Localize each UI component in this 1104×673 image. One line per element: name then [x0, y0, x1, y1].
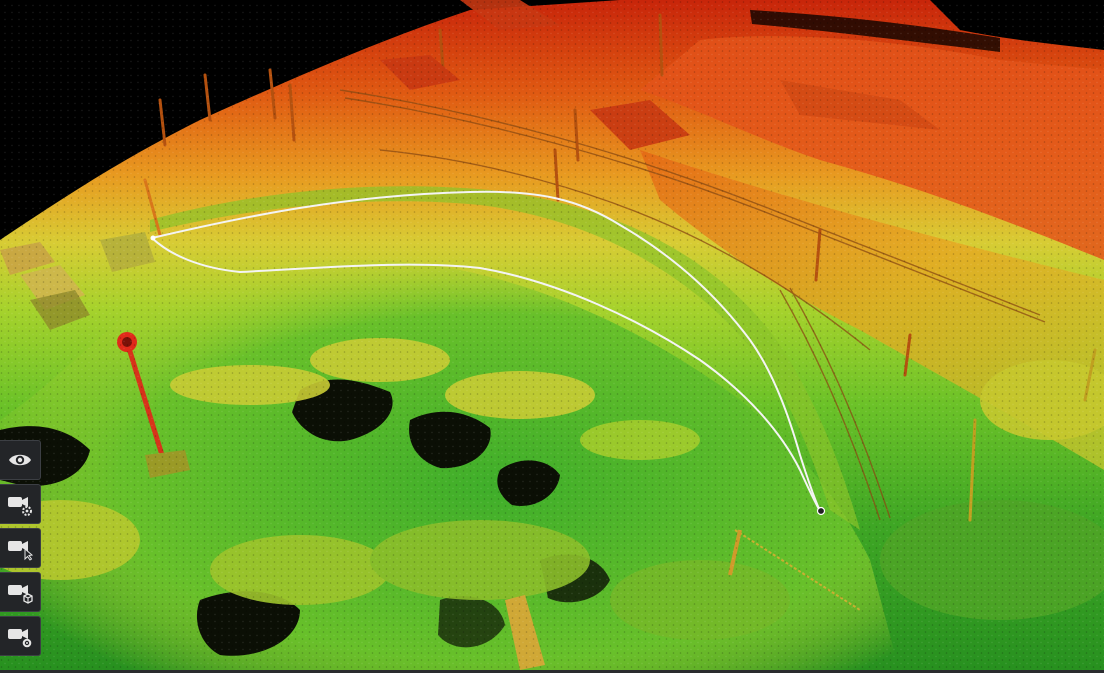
camera-settings-button[interactable]: [0, 484, 41, 524]
visibility-button[interactable]: [0, 440, 41, 480]
camera-target-button[interactable]: [0, 616, 41, 656]
eye-icon: [9, 454, 31, 466]
path-start-marker[interactable]: [150, 235, 156, 241]
surface-texture: [0, 0, 1104, 673]
camera-pointer-icon: [8, 541, 34, 561]
point-cloud-render[interactable]: [0, 0, 1104, 673]
camera-box-icon: [8, 585, 33, 604]
viewer-toolbar: [0, 440, 43, 656]
point-cloud-viewport[interactable]: [0, 0, 1104, 673]
camera-target-icon: [8, 629, 32, 648]
path-endpoint-marker[interactable]: [816, 506, 826, 516]
camera-settings-icon: [8, 497, 32, 516]
camera-pointer-button[interactable]: [0, 528, 41, 568]
camera-box-button[interactable]: [0, 572, 41, 612]
